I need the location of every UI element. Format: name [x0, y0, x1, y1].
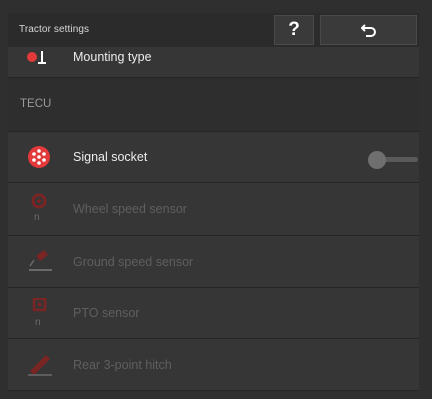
page-title: Tractor settings — [19, 24, 90, 35]
header-bar: Tractor settings ? — [8, 13, 419, 48]
signal-socket-toggle[interactable] — [368, 151, 419, 169]
list-item-label: Mounting type — [73, 50, 152, 64]
list-item-pto-sensor[interactable]: n PTO sensor — [8, 288, 419, 339]
list-item-label: PTO sensor — [73, 306, 140, 320]
mounting-type-icon — [26, 51, 54, 79]
list-item-label: Ground speed sensor — [73, 255, 194, 269]
signal-socket-icon — [26, 144, 54, 172]
back-button[interactable] — [320, 15, 417, 45]
list-item-rear-3-point-hitch[interactable]: Rear 3-point hitch — [8, 339, 419, 391]
section-header-tecu: TECU — [8, 78, 419, 132]
svg-text:n: n — [34, 212, 40, 223]
help-button[interactable]: ? — [274, 15, 314, 45]
settings-list: Mounting type TECU Signal socket n Wheel… — [8, 47, 419, 399]
tractor-settings-screen: Tractor settings ? Mounting type TECU Si… — [0, 0, 432, 399]
list-item-ground-speed-sensor[interactable]: Ground speed sensor — [8, 236, 419, 288]
ground-speed-sensor-icon — [26, 246, 54, 274]
svg-text:n: n — [35, 317, 41, 328]
list-item-label: Rear 3-point hitch — [73, 358, 172, 372]
section-label: TECU — [20, 98, 52, 110]
rear-hitch-icon — [26, 349, 54, 377]
list-item-wheel-speed-sensor[interactable]: n Wheel speed sensor — [8, 183, 419, 236]
wheel-speed-sensor-icon: n — [26, 193, 54, 223]
pto-sensor-icon: n — [26, 297, 54, 328]
toggle-knob — [368, 151, 386, 169]
list-item-mounting-type[interactable]: Mounting type — [8, 47, 419, 78]
list-item-label: Wheel speed sensor — [73, 202, 187, 216]
return-arrow-icon — [361, 24, 376, 37]
list-item-label: Signal socket — [73, 150, 148, 164]
list-item-signal-socket[interactable]: Signal socket — [8, 132, 419, 183]
